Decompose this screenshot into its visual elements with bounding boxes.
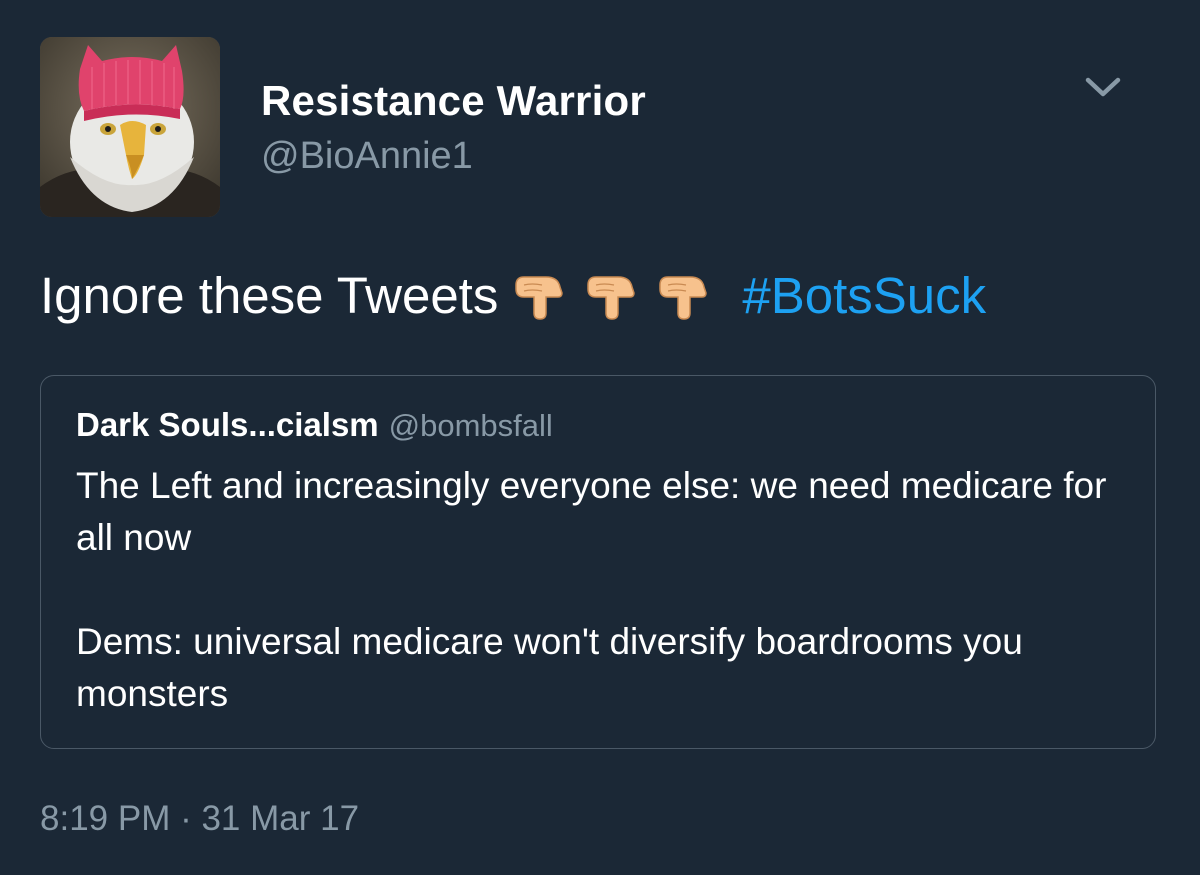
quoted-author-handle: @bombsfall [388, 408, 553, 443]
tweet-timestamp[interactable]: 8:19 PM · 31 Mar 17 [40, 797, 359, 841]
quoted-tweet[interactable]: Dark Souls...cialsm @bombsfall The Left a… [40, 375, 1156, 749]
bald-eagle-pink-hat-avatar-image [40, 37, 220, 217]
chevron-down-icon[interactable] [1083, 72, 1123, 102]
quoted-tweet-body: The Left and increasingly everyone else:… [76, 460, 1116, 720]
emoji-row [512, 271, 712, 321]
quoted-tweet-paragraph: The Left and increasingly everyone else:… [76, 465, 1107, 558]
quoted-tweet-paragraph: Dems: universal medicare won't diversify… [76, 621, 1023, 714]
pointing-finger-icon [584, 271, 640, 321]
author-handle[interactable]: @BioAnnie1 [261, 134, 646, 178]
tweet-card: Resistance Warrior @BioAnnie1 Ignore the… [0, 0, 1200, 875]
hashtag-link[interactable]: #BotsSuck [742, 267, 986, 324]
author-block: Resistance Warrior @BioAnnie1 [261, 76, 646, 178]
quoted-tweet-header: Dark Souls...cialsm @bombsfall [76, 406, 553, 444]
avatar[interactable] [40, 37, 220, 217]
author-display-name[interactable]: Resistance Warrior [261, 76, 646, 126]
quoted-author-display-name: Dark Souls...cialsm [76, 406, 379, 443]
pointing-finger-icon [512, 271, 568, 321]
tweet-text-body: Ignore these Tweets [40, 267, 499, 324]
tweet-text: Ignore these Tweets #BotsSuck [40, 266, 986, 326]
pointing-finger-icon [656, 271, 712, 321]
